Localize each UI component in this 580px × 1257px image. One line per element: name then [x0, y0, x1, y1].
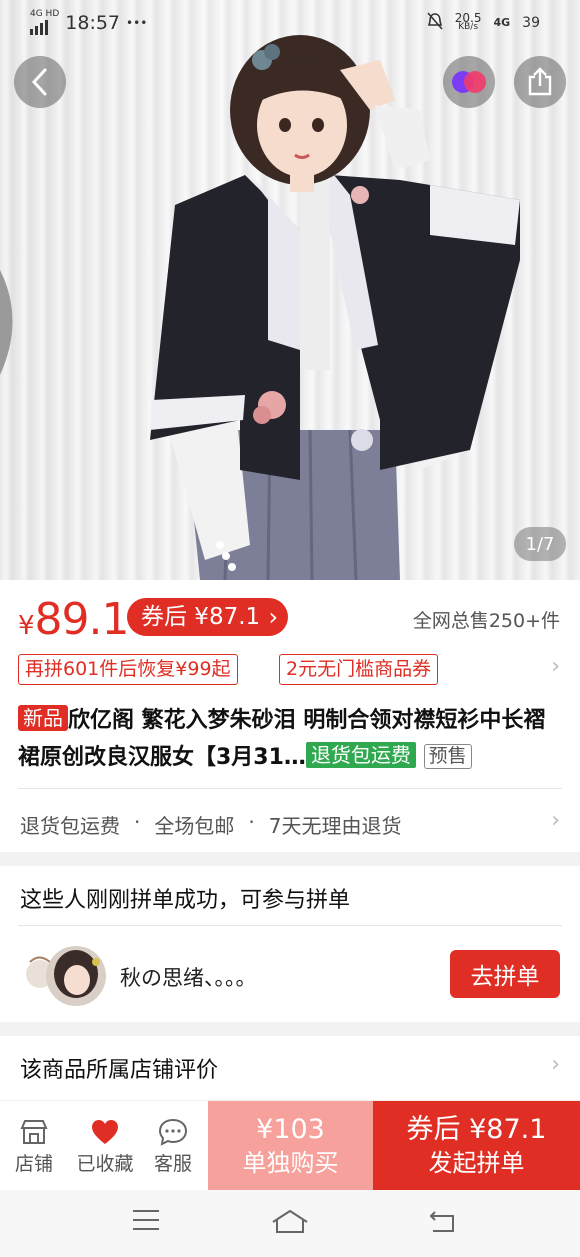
- share-icon: [528, 67, 552, 96]
- clock: 18:57: [65, 11, 121, 34]
- favorited-label: 已收藏: [76, 1153, 134, 1175]
- free-return-badge: 退货包运费: [305, 742, 416, 768]
- price-currency: ¥: [18, 611, 35, 641]
- chevron-right-icon: ›: [551, 654, 560, 679]
- price-value: 89.1: [34, 594, 130, 645]
- mute-icon: [427, 12, 443, 33]
- group-member-name: 秋の思绪、。。。: [120, 966, 257, 990]
- presale-badge: 预售: [423, 744, 472, 769]
- coupon-price-button[interactable]: 券后 ¥87.1 ›: [127, 598, 289, 636]
- promo-tag[interactable]: 2元无门槛商品券: [279, 654, 439, 685]
- service-guarantees[interactable]: 退货包运费 · 全场包邮 · 7天无理由退货 ›: [0, 800, 580, 846]
- buy-alone-button[interactable]: ¥103 单独购买: [208, 1101, 373, 1191]
- back-button[interactable]: [14, 56, 66, 108]
- service-separator: ·: [134, 810, 141, 834]
- service-separator: ·: [248, 810, 255, 834]
- single-price: ¥103: [256, 1114, 325, 1145]
- promo-tags[interactable]: 再拼601件后恢复¥99起 2元无门槛商品券 ›: [0, 654, 580, 688]
- speed-unit: KB/s: [458, 22, 479, 32]
- service-item: 7天无理由退货: [268, 814, 402, 838]
- net-type: 4G: [493, 16, 511, 29]
- new-badge: 新品: [18, 705, 68, 731]
- more-dots: •••: [126, 15, 148, 30]
- avatar: [26, 946, 106, 1006]
- promo-tag[interactable]: 再拼601件后恢复¥99起: [18, 654, 238, 685]
- bottom-action-bar: 店铺 已收藏 客服 ¥103 单独购买 券后 ¥87.1 发起拼单: [0, 1100, 580, 1191]
- menu-icon[interactable]: [131, 1208, 161, 1232]
- chevron-left-icon: [31, 68, 47, 96]
- chat-icon: [158, 1118, 188, 1146]
- customer-service-button[interactable]: 客服: [143, 1115, 203, 1176]
- favorite-button[interactable]: 已收藏: [72, 1115, 138, 1176]
- system-nav-bar: [0, 1190, 580, 1257]
- product-image-carousel[interactable]: 4G HD 18:57 ••• 20.5 KB/s 4G 39 1/7: [0, 0, 580, 580]
- home-icon[interactable]: [270, 1208, 310, 1234]
- divider: [18, 788, 562, 789]
- chevron-right-icon: ›: [268, 603, 279, 631]
- store-button[interactable]: 店铺: [4, 1115, 64, 1176]
- signal-icon: [30, 19, 48, 35]
- assistant-button[interactable]: [443, 56, 495, 108]
- group-price: 券后 ¥87.1: [406, 1114, 547, 1145]
- start-group-button[interactable]: 券后 ¥87.1 发起拼单: [373, 1101, 580, 1191]
- store-review-title[interactable]: 该商品所属店铺评价: [20, 1052, 218, 1084]
- join-group-button[interactable]: 去拼单: [450, 950, 560, 998]
- single-label: 单独购买: [242, 1149, 339, 1177]
- store-label: 店铺: [14, 1153, 53, 1175]
- group-label: 发起拼单: [428, 1149, 525, 1177]
- image-counter: 1/7: [514, 527, 566, 561]
- group-buy-row: 秋の思绪、。。。 去拼单: [0, 930, 580, 1020]
- price: ¥ 89.1: [18, 594, 130, 645]
- share-button[interactable]: [514, 56, 566, 108]
- back-nav-icon[interactable]: [427, 1208, 457, 1234]
- customer-service-label: 客服: [153, 1153, 192, 1175]
- section-gap: [0, 1022, 580, 1036]
- orb-icon: [452, 71, 486, 93]
- heart-icon: [92, 1120, 118, 1144]
- chevron-right-icon: ›: [551, 808, 560, 833]
- section-gap: [0, 852, 580, 866]
- battery-level: 39: [522, 14, 540, 31]
- price-row: ¥ 89.1 券后 ¥87.1 › 全网总售250+件: [0, 588, 580, 648]
- coupon-price-label: 券后 ¥87.1: [141, 604, 261, 630]
- status-bar: 4G HD 18:57 ••• 20.5 KB/s 4G 39: [0, 0, 580, 44]
- service-item: 全场包邮: [154, 814, 235, 838]
- service-item: 退货包运费: [20, 814, 120, 838]
- store-icon: [20, 1120, 48, 1144]
- network-label: 4G HD: [30, 9, 60, 19]
- total-sold: 全网总售250+件: [412, 610, 560, 632]
- chevron-right-icon: ›: [551, 1052, 560, 1077]
- divider: [18, 925, 562, 926]
- product-title: 新品 欣亿阁 繁花入梦朱砂泪 明制合领对襟短衫中长褶裙原创改良汉服女【3月31… 退…: [18, 702, 563, 776]
- group-section-title: 这些人刚刚拼单成功，可参与拼单: [20, 888, 351, 913]
